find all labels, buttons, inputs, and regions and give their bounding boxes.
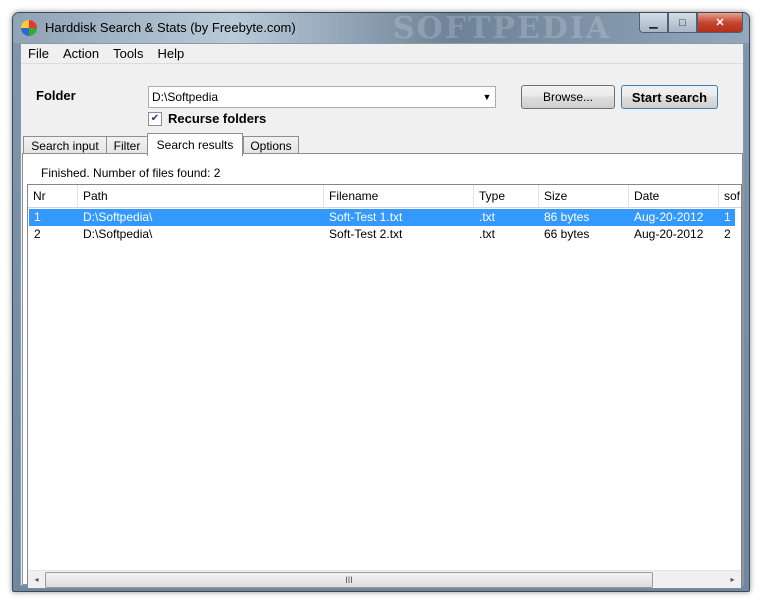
- cell-filename: Soft-Test 1.txt: [329, 210, 403, 224]
- column-header-size[interactable]: Size: [539, 185, 629, 207]
- cell-path: D:\Softpedia\: [83, 227, 153, 241]
- table-row[interactable]: 2 D:\Softpedia\ Soft-Test 2.txt .txt 66 …: [29, 226, 735, 243]
- column-header-type[interactable]: Type: [474, 185, 539, 207]
- app-window: SOFTPEDIA Harddisk Search & Stats (by Fr…: [12, 12, 750, 592]
- column-header-filename[interactable]: Filename: [324, 185, 474, 207]
- maximize-icon: □: [679, 16, 686, 29]
- cell-sof: 2: [724, 227, 731, 241]
- menu-help[interactable]: Help: [150, 46, 191, 61]
- search-results-panel: Finished. Number of files found: 2 Nr Pa…: [22, 153, 743, 589]
- cell-path: D:\Softpedia\: [83, 210, 153, 224]
- menu-bar: File Action Tools Help: [21, 44, 743, 64]
- cell-size: 86 bytes: [544, 210, 590, 224]
- column-header-nr[interactable]: Nr: [28, 185, 78, 207]
- client-area: File Action Tools Help Folder D:\Softped…: [20, 43, 744, 589]
- cell-filename: Soft-Test 2.txt: [329, 227, 403, 241]
- horizontal-scrollbar[interactable]: ◂ III ▸: [28, 570, 741, 588]
- cell-sof: 1: [724, 210, 731, 224]
- column-header-path[interactable]: Path: [78, 185, 324, 207]
- checkmark-icon: ✔: [150, 113, 160, 124]
- close-button[interactable]: ✕: [697, 13, 743, 33]
- tab-search-results[interactable]: Search results: [147, 133, 243, 156]
- list-header: Nr Path Filename Type Size Date sof: [28, 185, 741, 208]
- cell-date: Aug-20-2012: [634, 227, 704, 241]
- window-title: Harddisk Search & Stats (by Freebyte.com…: [45, 20, 296, 35]
- menu-action[interactable]: Action: [56, 46, 106, 61]
- folder-combobox[interactable]: D:\Softpedia ▼: [148, 86, 496, 108]
- column-header-sof[interactable]: sof: [719, 185, 741, 207]
- close-icon: ✕: [715, 17, 725, 29]
- app-icon: [21, 20, 37, 36]
- folder-label: Folder: [36, 88, 76, 103]
- table-row[interactable]: 1 D:\Softpedia\ Soft-Test 1.txt .txt 86 …: [29, 209, 735, 226]
- results-list[interactable]: Nr Path Filename Type Size Date sof 1 D:…: [27, 184, 742, 589]
- cell-nr: 1: [34, 210, 41, 224]
- cell-nr: 2: [34, 227, 41, 241]
- folder-value[interactable]: D:\Softpedia: [149, 90, 479, 104]
- status-text: Finished. Number of files found: 2: [41, 166, 221, 180]
- browse-button[interactable]: Browse...: [521, 85, 615, 109]
- chevron-down-icon[interactable]: ▼: [479, 92, 495, 102]
- maximize-button[interactable]: □: [668, 13, 697, 33]
- cell-size: 66 bytes: [544, 227, 590, 241]
- scroll-thumb[interactable]: III: [45, 572, 653, 588]
- recurse-folders-label[interactable]: Recurse folders: [168, 111, 266, 126]
- softpedia-watermark: SOFTPEDIA: [393, 12, 612, 46]
- cell-date: Aug-20-2012: [634, 210, 704, 224]
- scroll-left-icon[interactable]: ◂: [28, 571, 45, 588]
- start-search-button[interactable]: Start search: [621, 85, 718, 109]
- scroll-right-icon[interactable]: ▸: [724, 571, 741, 588]
- recurse-folders-checkbox[interactable]: ✔: [148, 112, 162, 126]
- menu-tools[interactable]: Tools: [106, 46, 150, 61]
- title-bar[interactable]: SOFTPEDIA Harddisk Search & Stats (by Fr…: [13, 12, 749, 46]
- column-header-date[interactable]: Date: [629, 185, 719, 207]
- window-controls: ▁ □ ✕: [639, 13, 743, 33]
- minimize-button[interactable]: ▁: [639, 13, 668, 33]
- menu-file[interactable]: File: [21, 46, 56, 61]
- cell-type: .txt: [479, 210, 496, 224]
- minimize-icon: ▁: [649, 17, 658, 29]
- cell-type: .txt: [479, 227, 496, 241]
